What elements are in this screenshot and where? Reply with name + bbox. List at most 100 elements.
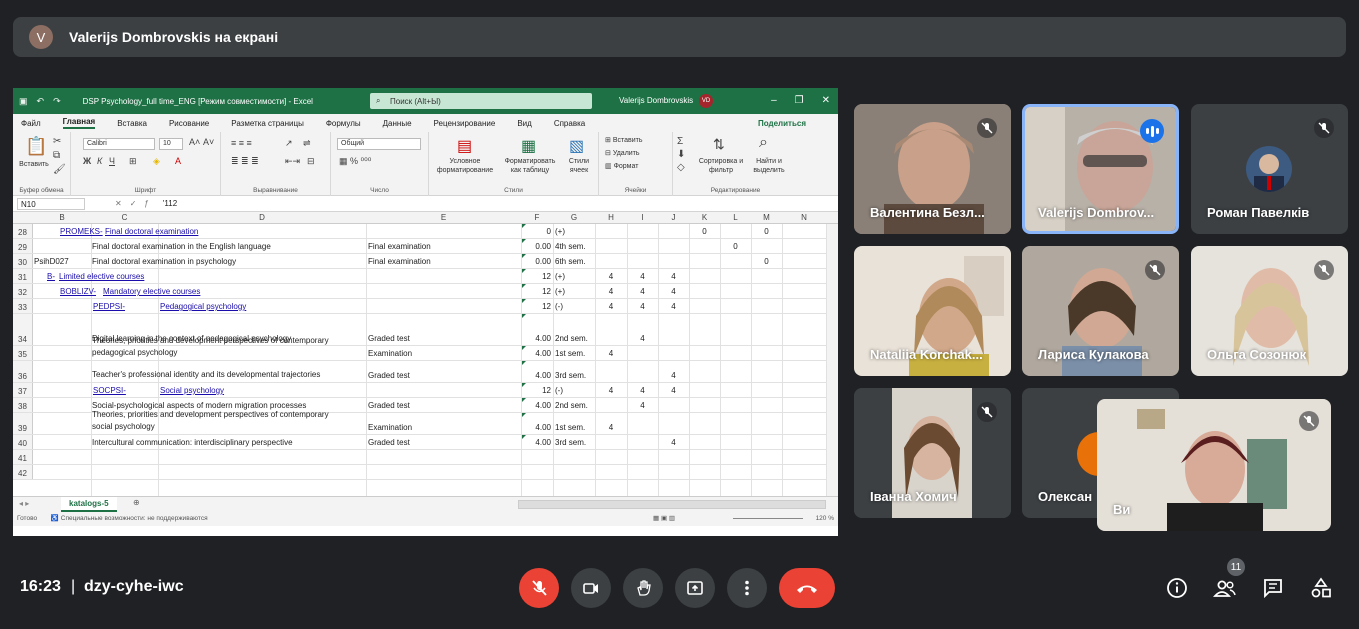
row-number[interactable]: 42 [13, 465, 33, 479]
column-header[interactable]: G [553, 213, 595, 222]
font-size-select[interactable]: 10 [159, 138, 183, 150]
participant-tile-3[interactable]: Роман Павелків [1191, 104, 1348, 234]
cell-f[interactable]: 4.00 [535, 438, 551, 448]
column-header[interactable]: F [521, 213, 553, 222]
close-icon[interactable]: ✕ [822, 95, 830, 106]
column-header[interactable]: N [782, 213, 826, 222]
cell-code[interactable]: PROMEKS- [60, 227, 103, 237]
insert-cells-button[interactable]: ⊞ Вставить [605, 136, 642, 145]
more-options-button[interactable] [727, 568, 767, 608]
cell-code[interactable]: BOBLIZV- [60, 287, 96, 297]
cut-icon[interactable]: ✂ [53, 136, 61, 147]
cell-styles-label[interactable]: Стили ячеек [561, 157, 597, 175]
meeting-details-button[interactable] [1164, 575, 1190, 601]
row-number[interactable]: 32 [13, 284, 33, 298]
format-cells-button[interactable]: ▥ Формат [605, 162, 638, 171]
autosum-icon[interactable]: Σ [677, 136, 683, 147]
ribbon-tab[interactable]: Рисование [169, 119, 209, 128]
delete-cells-button[interactable]: ⊟ Удалить [605, 149, 640, 158]
cell-name[interactable]: Intercultural communication: interdiscip… [92, 438, 293, 448]
row-number[interactable]: 40 [13, 435, 33, 449]
column-header[interactable]: C [91, 213, 158, 222]
ribbon-tab[interactable]: Вид [517, 119, 531, 128]
cell-e[interactable]: Graded test [368, 334, 410, 344]
column-header[interactable]: B [33, 213, 91, 222]
cell-e[interactable]: Final examination [368, 257, 431, 267]
find-select-label[interactable]: Найти и выделить [747, 157, 791, 175]
formula-input[interactable]: '112 [163, 199, 177, 208]
cell-code[interactable]: SOCPSI- [93, 386, 126, 396]
cell-g[interactable]: 6th sem. [555, 257, 586, 267]
font-grow-icon[interactable]: A˄ [189, 137, 200, 147]
row-number[interactable]: 29 [13, 239, 33, 253]
font-name-select[interactable]: Calibri [83, 138, 155, 150]
people-button[interactable] [1212, 575, 1238, 601]
currency-icon[interactable]: ▦ % ⁰⁰⁰ [339, 156, 371, 167]
cell-b[interactable]: PsihD027 [34, 257, 69, 267]
row-number[interactable]: 28 [13, 224, 33, 238]
ribbon-tab[interactable]: Вставка [117, 119, 147, 128]
row-number[interactable]: 34 [13, 314, 33, 345]
bold-icon[interactable]: Ж [83, 156, 91, 166]
cell-name[interactable]: Limited elective courses [59, 272, 144, 282]
cell-g[interactable]: (+) [555, 227, 565, 237]
self-view-tile[interactable]: Ви [1097, 399, 1331, 531]
cell-f[interactable]: 4.00 [535, 349, 551, 359]
find-select-icon[interactable]: ⌕ [759, 134, 768, 152]
column-header[interactable]: L [720, 213, 751, 222]
row-number[interactable]: 38 [13, 398, 33, 412]
font-shrink-icon[interactable]: A˅ [203, 137, 214, 147]
cell-f[interactable]: 0.00 [535, 257, 551, 267]
orientation-icon[interactable]: ↗ [285, 138, 293, 149]
participant-tile-4[interactable]: Nataliia Korchak... [854, 246, 1011, 376]
column-header[interactable]: E [366, 213, 521, 222]
name-box[interactable]: N10 [17, 197, 85, 210]
minimize-icon[interactable]: – [771, 95, 777, 106]
cell-h[interactable]: 4 [595, 272, 627, 282]
cell-g[interactable]: (+) [555, 272, 565, 282]
view-buttons-icon[interactable]: ▦ ▣ ▥ [653, 512, 675, 526]
row-number[interactable]: 35 [13, 346, 33, 360]
cell-g[interactable]: 1st sem. [555, 423, 585, 433]
cell-name[interactable]: Final doctoral examination in psychology [92, 257, 236, 267]
cell-f[interactable]: 0.00 [535, 242, 551, 252]
cell-f[interactable]: 12 [542, 386, 551, 396]
cell-e[interactable]: Final examination [368, 242, 431, 252]
ribbon-tab[interactable]: Данные [383, 119, 412, 128]
cell-h[interactable]: 4 [595, 349, 627, 359]
borders-icon[interactable]: ⊞ [129, 156, 137, 167]
cell-name[interactable]: Teacher's professional identity and its … [92, 369, 332, 381]
cell-j[interactable]: 4 [658, 386, 689, 396]
fill-icon[interactable]: ⬇ [677, 149, 685, 160]
row-number[interactable]: 31 [13, 269, 33, 283]
cell-g[interactable]: (-) [555, 386, 563, 396]
format-table-icon[interactable]: ▦ [521, 136, 536, 156]
cell-styles-icon[interactable]: ▧ [569, 136, 584, 156]
row-number[interactable]: 37 [13, 383, 33, 397]
cell-name[interactable]: Final doctoral examination in the Englis… [92, 242, 271, 252]
cell-e[interactable]: Graded test [368, 438, 410, 448]
cell-g[interactable]: 2nd sem. [555, 401, 588, 411]
cell-m[interactable]: 0 [751, 227, 782, 237]
cell-g[interactable]: (+) [555, 287, 565, 297]
leave-call-button[interactable] [779, 568, 835, 608]
ribbon-tab[interactable]: Разметка страницы [231, 119, 304, 128]
cell-i[interactable]: 4 [627, 287, 658, 297]
number-format-select[interactable]: Общий [337, 138, 421, 150]
cell-f[interactable]: 4.00 [535, 334, 551, 344]
wrap-text-icon[interactable]: ⇌ [303, 138, 311, 149]
column-header[interactable]: M [751, 213, 782, 222]
ribbon-tab[interactable]: Главная [62, 117, 96, 129]
cell-code[interactable]: B- [47, 272, 55, 282]
participant-tile-2[interactable]: Valerijs Dombrov... [1022, 104, 1179, 234]
raise-hand-button[interactable] [623, 568, 663, 608]
participant-tile-1[interactable]: Валентина Безл... [854, 104, 1011, 234]
cell-f[interactable]: 4.00 [535, 423, 551, 433]
user-avatar[interactable]: VD [699, 94, 713, 108]
camera-toggle-button[interactable] [571, 568, 611, 608]
restore-icon[interactable]: ❐ [795, 95, 804, 106]
ribbon-tab[interactable]: Формулы [326, 119, 361, 128]
column-header[interactable]: J [658, 213, 689, 222]
column-header[interactable]: D [158, 213, 366, 222]
format-table-label[interactable]: Форматировать как таблицу [501, 157, 559, 175]
